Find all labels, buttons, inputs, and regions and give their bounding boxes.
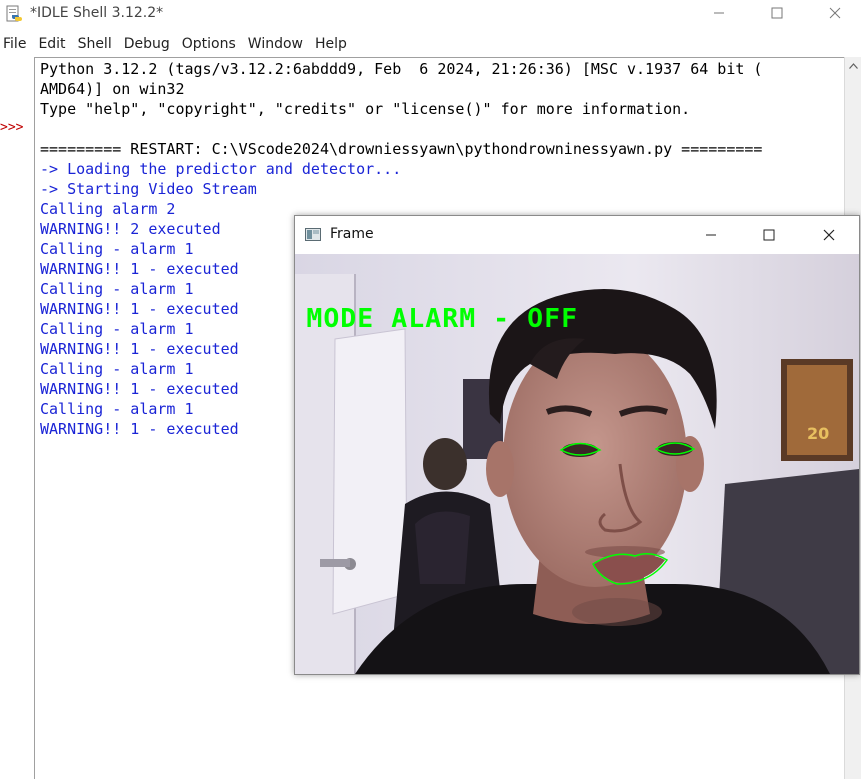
menu-edit[interactable]: Edit [32, 34, 71, 54]
shell-line: ========= RESTART: C:\VScode2024\drownie… [40, 140, 763, 158]
scroll-up-button[interactable] [845, 57, 861, 74]
maximize-icon [771, 7, 783, 19]
webcam-video-feed: 20 MODE ALARM - OFF [295, 254, 859, 674]
close-icon [823, 229, 835, 240]
menu-debug[interactable]: Debug [118, 34, 176, 54]
maximize-icon [763, 229, 775, 240]
frame-close-button[interactable] [800, 216, 858, 253]
frame-title-bar[interactable]: Frame [295, 216, 859, 253]
shell-line: Type "help", "copyright", "credits" or "… [40, 100, 691, 118]
frame-window[interactable]: Frame 20 MODE ALARM - OFF [294, 215, 860, 675]
shell-top-border [34, 57, 844, 58]
prompt-sidebar: >>> [0, 57, 34, 779]
opencv-window-icon [305, 228, 321, 241]
close-button[interactable] [806, 0, 861, 26]
shell-line: -> Loading the predictor and detector... [40, 160, 402, 178]
menu-file[interactable]: File [0, 34, 32, 54]
shell-line: Python 3.12.2 (tags/v3.12.2:6abddd9, Feb… [40, 60, 763, 78]
shell-line: -> Starting Video Stream [40, 180, 257, 198]
minimize-button[interactable] [690, 0, 748, 26]
shell-prompt: >>> [0, 120, 24, 135]
idle-title-bar: *IDLE Shell 3.12.2* [0, 0, 861, 30]
window-title: *IDLE Shell 3.12.2* [30, 5, 164, 21]
frame-title: Frame [330, 226, 374, 242]
minimize-icon [706, 234, 716, 235]
maximize-button[interactable] [748, 0, 806, 26]
close-icon [829, 7, 841, 19]
menu-options[interactable]: Options [176, 34, 242, 54]
svg-text:20: 20 [807, 424, 829, 443]
menu-shell[interactable]: Shell [72, 34, 118, 54]
shell-line: AMD64)] on win32 [40, 80, 185, 98]
shell-divider [34, 57, 35, 779]
frame-minimize-button[interactable] [682, 216, 740, 253]
menu-window[interactable]: Window [242, 34, 309, 54]
frame-maximize-button[interactable] [740, 216, 798, 253]
minimize-icon [714, 12, 724, 14]
menu-bar: File Edit Shell Debug Options Window Hel… [0, 34, 353, 54]
chevron-up-icon [849, 62, 858, 69]
menu-help[interactable]: Help [309, 34, 353, 54]
alarm-mode-overlay: MODE ALARM - OFF [306, 304, 579, 334]
python-idle-icon [6, 5, 22, 22]
